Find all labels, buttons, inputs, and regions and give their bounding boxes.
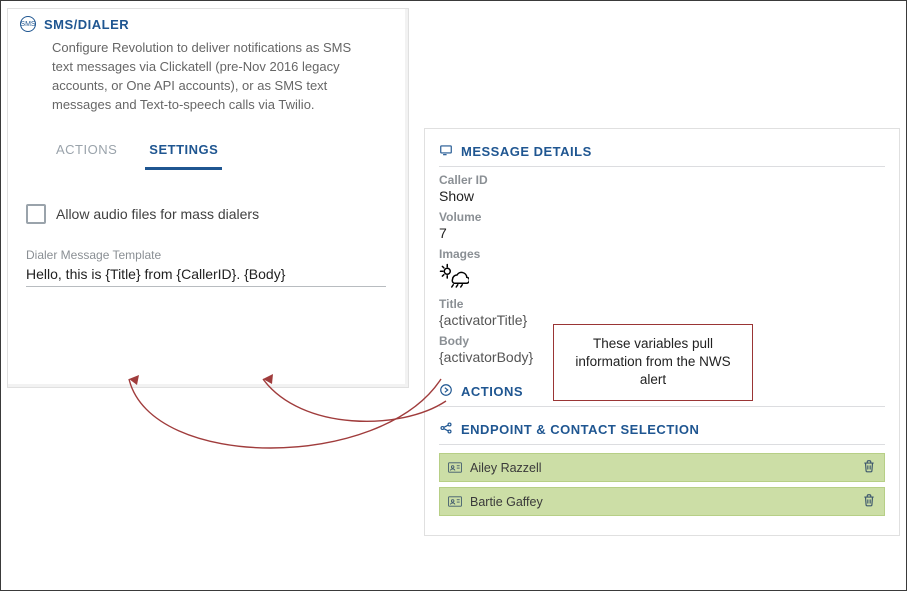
contact-card-icon — [448, 462, 462, 473]
tab-settings[interactable]: SETTINGS — [145, 134, 222, 170]
contact-card-icon — [448, 496, 462, 507]
panel-title: SMS/DIALER — [44, 17, 129, 32]
template-input[interactable] — [26, 264, 386, 287]
caller-id-value: Show — [439, 188, 885, 204]
actions-title: ACTIONS — [461, 384, 523, 399]
message-icon — [439, 143, 453, 160]
volume-label: Volume — [439, 210, 885, 224]
annotation-callout: These variables pull information from th… — [553, 324, 753, 401]
contact-row[interactable]: Ailey Razzell — [439, 453, 885, 482]
contact-name: Bartie Gaffey — [470, 495, 854, 509]
panel-header: SMS SMS/DIALER — [8, 9, 408, 39]
tab-actions[interactable]: ACTIONS — [52, 134, 121, 170]
volume-value: 7 — [439, 225, 885, 241]
allow-audio-checkbox[interactable] — [26, 204, 46, 224]
images-label: Images — [439, 247, 885, 261]
message-details-header: MESSAGE DETAILS — [439, 139, 885, 167]
sms-dialer-panel: SMS SMS/DIALER Configure Revolution to d… — [7, 8, 409, 388]
endpoint-title: ENDPOINT & CONTACT SELECTION — [461, 422, 699, 437]
title-label: Title — [439, 297, 885, 311]
panel-description: Configure Revolution to deliver notifica… — [8, 39, 408, 128]
weather-icon — [439, 262, 885, 291]
trash-icon[interactable] — [862, 493, 876, 510]
chevron-right-icon — [439, 383, 453, 400]
trash-icon[interactable] — [862, 459, 876, 476]
message-details-title: MESSAGE DETAILS — [461, 144, 592, 159]
endpoint-header: ENDPOINT & CONTACT SELECTION — [439, 417, 885, 445]
contact-row[interactable]: Bartie Gaffey — [439, 487, 885, 516]
contact-list: Ailey Razzell Bartie Gaffey — [439, 453, 885, 516]
tab-bar: ACTIONS SETTINGS — [8, 128, 408, 170]
allow-audio-label: Allow audio files for mass dialers — [56, 206, 259, 222]
contact-name: Ailey Razzell — [470, 461, 854, 475]
template-field: Dialer Message Template — [8, 238, 408, 287]
allow-audio-row: Allow audio files for mass dialers — [8, 170, 408, 238]
caller-id-label: Caller ID — [439, 173, 885, 187]
template-label: Dialer Message Template — [26, 248, 390, 262]
sms-icon: SMS — [20, 16, 36, 32]
share-icon — [439, 421, 453, 438]
